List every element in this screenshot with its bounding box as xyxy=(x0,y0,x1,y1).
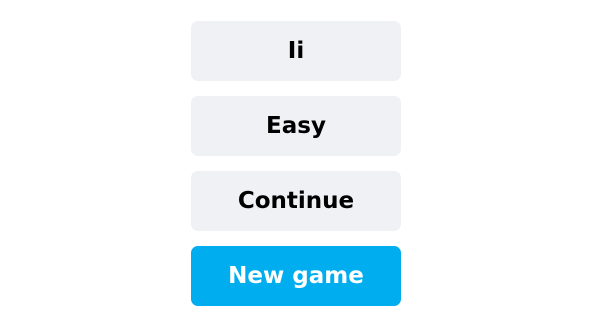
language-button[interactable]: Ii xyxy=(191,21,401,81)
new-game-button[interactable]: New game xyxy=(191,246,401,306)
game-menu: Ii Easy Continue New game xyxy=(191,21,401,306)
difficulty-button[interactable]: Easy xyxy=(191,96,401,156)
continue-button[interactable]: Continue xyxy=(191,171,401,231)
